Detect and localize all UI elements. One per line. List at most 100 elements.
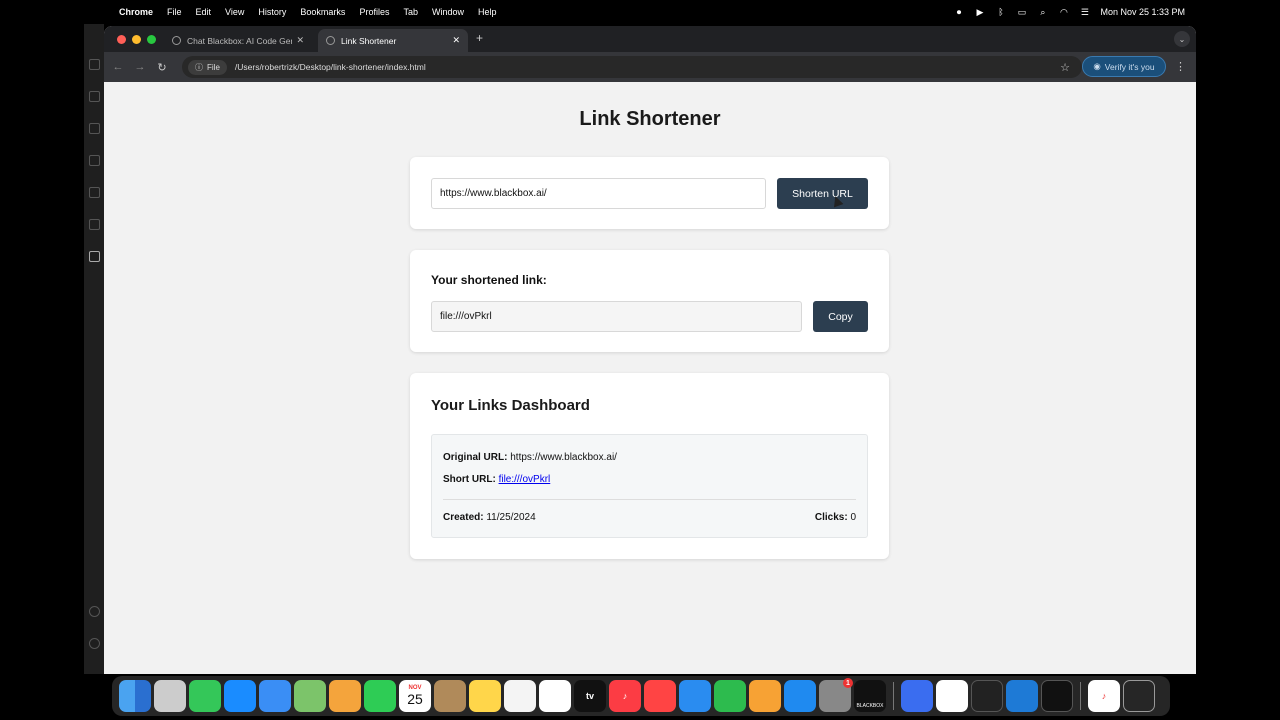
bookmark-star-icon[interactable]: ☆	[1060, 61, 1070, 74]
contacts-icon[interactable]	[434, 680, 466, 712]
freeform-icon[interactable]	[539, 680, 571, 712]
music-icon[interactable]: ♪	[609, 680, 641, 712]
tab-blackbox[interactable]: Chat Blackbox: AI Code Gene ✕	[164, 29, 312, 52]
short-url-row: Short URL: file:///ovPkrl	[443, 474, 550, 485]
menu-edit[interactable]: Edit	[196, 7, 212, 17]
blackbox-favicon-icon	[172, 36, 181, 45]
dock-separator	[1080, 682, 1081, 710]
minimize-window-icon[interactable]	[132, 35, 141, 44]
numbers-icon[interactable]	[714, 680, 746, 712]
account-icon[interactable]	[89, 606, 100, 617]
trash-icon[interactable]	[1123, 680, 1155, 712]
play-icon[interactable]: ▶	[974, 7, 985, 18]
clicks-row: Clicks: 0	[815, 512, 856, 523]
close-window-icon[interactable]	[117, 35, 126, 44]
menu-history[interactable]: History	[258, 7, 286, 17]
menu-view[interactable]: View	[225, 7, 244, 17]
clicks-label: Clicks:	[814, 512, 848, 523]
reminders-icon[interactable]	[504, 680, 536, 712]
news-icon[interactable]	[644, 680, 676, 712]
mail-icon[interactable]	[259, 680, 291, 712]
more-menu-icon[interactable]: ⋮	[1175, 60, 1186, 73]
link-item: Original URL: https://www.blackbox.ai/ S…	[431, 434, 868, 538]
blackbox-icon[interactable]	[89, 251, 100, 262]
blackbox-app-icon[interactable]: BLACKBOX	[854, 680, 886, 712]
vscode-icon[interactable]	[1006, 680, 1038, 712]
profile-verify-button[interactable]: ◉ Verify it's you	[1082, 56, 1166, 77]
battery-icon[interactable]: ▭	[1016, 7, 1027, 18]
extensions-icon[interactable]	[89, 187, 100, 198]
calendar-day: 25	[407, 691, 423, 707]
gear-icon[interactable]	[89, 638, 100, 649]
window-controls	[117, 35, 156, 44]
tab-title: Chat Blackbox: AI Code Gene	[187, 35, 293, 46]
blackbox-app-label: BLACKBOX	[856, 703, 884, 709]
control-center-icon[interactable]: ☰	[1079, 7, 1090, 18]
browser-toolbar: ← → ↻ ⓘ File /Users/robertrizk/Desktop/l…	[104, 52, 1196, 82]
menu-file[interactable]: File	[167, 7, 182, 17]
copy-button[interactable]: Copy	[813, 301, 868, 332]
system-settings-icon[interactable]: 1	[819, 678, 853, 712]
dock-separator	[893, 682, 894, 710]
tab-search-chevron-icon[interactable]: ⌄	[1174, 31, 1190, 47]
menu-help[interactable]: Help	[478, 7, 497, 17]
source-control-icon[interactable]	[89, 123, 100, 134]
signal-icon[interactable]	[901, 680, 933, 712]
site-info-chip[interactable]: ⓘ File	[188, 59, 227, 75]
menu-profiles[interactable]: Profiles	[359, 7, 389, 17]
short-url-link[interactable]: file:///ovPkrl	[499, 474, 551, 485]
short-url-field[interactable]: file:///ovPkrl	[431, 301, 802, 332]
status-icons: ⏺ ▶ ᛒ ▭ ⌕ ◠ ☰ Mon Nov 25 1:33 PM	[953, 0, 1185, 24]
chrome-icon[interactable]	[936, 680, 968, 712]
created-label: Created:	[443, 512, 484, 523]
close-tab-icon[interactable]: ✕	[452, 35, 460, 46]
menu-window[interactable]: Window	[432, 7, 464, 17]
menu-app-name[interactable]: Chrome	[119, 7, 153, 17]
app-store-icon[interactable]	[784, 680, 816, 712]
remote-icon[interactable]	[89, 219, 100, 230]
apple-tv-icon[interactable]: tv	[574, 680, 606, 712]
shorten-url-button[interactable]: Shorten URL	[777, 178, 868, 209]
result-card: Your shortened link: file:///ovPkrl Copy	[410, 250, 889, 352]
menu-bookmarks[interactable]: Bookmarks	[300, 7, 345, 17]
macos-menubar: Chrome File Edit View History Bookmarks …	[0, 0, 1280, 24]
safari-icon[interactable]	[224, 680, 256, 712]
back-icon[interactable]: ←	[107, 61, 129, 73]
record-icon[interactable]: ⏺	[953, 7, 964, 18]
launchpad-icon[interactable]	[154, 680, 186, 712]
url-input[interactable]: https://www.blackbox.ai/	[431, 178, 766, 209]
created-row: Created: 11/25/2024	[443, 512, 536, 523]
dashboard-card: Your Links Dashboard Original URL: https…	[410, 373, 889, 559]
menubar-clock[interactable]: Mon Nov 25 1:33 PM	[1100, 7, 1185, 17]
finder-icon[interactable]	[119, 680, 151, 712]
new-tab-icon[interactable]: +	[476, 31, 483, 45]
notes-icon[interactable]	[469, 680, 501, 712]
close-tab-icon[interactable]: ✕	[296, 35, 304, 46]
messages-icon[interactable]	[189, 680, 221, 712]
zoom-window-icon[interactable]	[147, 35, 156, 44]
debug-icon[interactable]	[89, 155, 100, 166]
menu-tab[interactable]: Tab	[403, 7, 418, 17]
photos-icon[interactable]	[329, 680, 361, 712]
search-icon[interactable]: ⌕	[1037, 7, 1048, 18]
wifi-icon[interactable]: ◠	[1058, 7, 1069, 18]
pages-icon[interactable]	[749, 680, 781, 712]
keynote-icon[interactable]	[679, 680, 711, 712]
reload-icon[interactable]: ↻	[151, 61, 173, 74]
calendar-icon[interactable]: NOV 25	[399, 680, 431, 712]
search-icon[interactable]	[89, 91, 100, 102]
terminal-icon[interactable]	[1041, 680, 1073, 712]
tab-link-shortener[interactable]: Link Shortener ✕	[318, 29, 468, 52]
maps-icon[interactable]	[294, 680, 326, 712]
page-title: Link Shortener	[579, 108, 721, 130]
mp3-file-icon[interactable]: ♪	[1088, 680, 1120, 712]
globe-favicon-icon	[326, 36, 335, 45]
original-url-row: Original URL: https://www.blackbox.ai/	[443, 452, 617, 463]
activity-monitor-icon[interactable]	[971, 680, 1003, 712]
facetime-icon[interactable]	[364, 680, 396, 712]
forward-icon[interactable]: →	[129, 61, 151, 73]
files-icon[interactable]	[89, 59, 100, 70]
address-bar[interactable]: ⓘ File /Users/robertrizk/Desktop/link-sh…	[182, 56, 1082, 78]
tab-strip: Chat Blackbox: AI Code Gene ✕ Link Short…	[104, 26, 1196, 52]
bluetooth-icon[interactable]: ᛒ	[995, 7, 1006, 18]
